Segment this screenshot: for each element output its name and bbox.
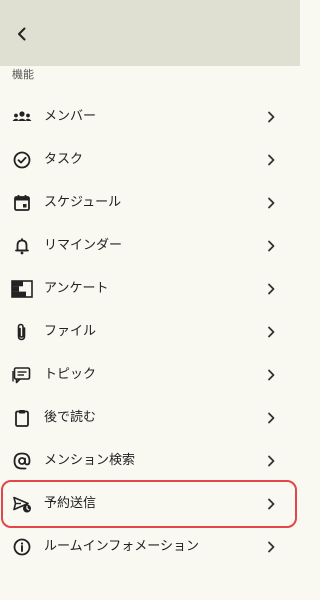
chevron-right-icon (264, 110, 278, 124)
chevron-right-icon (264, 411, 278, 425)
chevron-right-icon (264, 368, 278, 382)
header-bar (0, 0, 300, 66)
at-sign-icon (11, 450, 33, 472)
menu-item-label: ルームインフォメーション (44, 539, 199, 554)
calendar-icon (11, 192, 33, 214)
menu-item-schedule[interactable]: スケジュール (0, 183, 300, 223)
scheduled-send-icon (11, 493, 33, 515)
clipboard-icon (11, 407, 33, 429)
chevron-right-icon (264, 282, 278, 296)
menu-item-survey[interactable]: アンケート (0, 269, 300, 309)
menu-item-label: トピック (44, 367, 97, 382)
menu-item-label: アンケート (44, 281, 109, 296)
menu-item-label: リマインダー (44, 238, 123, 253)
chevron-right-icon (264, 540, 278, 554)
menu-item-label: メンション検索 (44, 453, 136, 468)
chevron-right-icon (264, 196, 278, 210)
section-title: 機能 (12, 68, 34, 81)
chevron-right-icon (264, 153, 278, 167)
back-button[interactable] (8, 20, 36, 48)
menu-item-label: ファイル (44, 324, 97, 339)
menu-item-label: スケジュール (44, 195, 122, 210)
menu-item-scheduled-send[interactable]: 予約送信 (0, 484, 300, 524)
menu-item-mention-search[interactable]: メンション検索 (0, 441, 300, 481)
chevron-right-icon (264, 497, 278, 511)
info-icon (11, 536, 33, 558)
menu-item-task[interactable]: タスク (0, 140, 300, 180)
topic-icon (11, 364, 33, 386)
menu-item-label: 予約送信 (44, 496, 97, 511)
bell-icon (11, 235, 33, 257)
menu-item-label: タスク (44, 152, 84, 167)
menu-item-topic[interactable]: トピック (0, 355, 300, 395)
menu-item-file[interactable]: ファイル (0, 312, 300, 352)
menu-item-label: 後で読む (44, 410, 97, 425)
task-check-icon (11, 149, 33, 171)
menu-item-label: メンバー (44, 109, 97, 124)
menu-item-members[interactable]: メンバー (0, 97, 300, 137)
chevron-right-icon (264, 325, 278, 339)
members-icon (11, 106, 33, 128)
menu-item-read-later[interactable]: 後で読む (0, 398, 300, 438)
chevron-right-icon (264, 454, 278, 468)
chevron-right-icon (264, 239, 278, 253)
menu-item-room-info[interactable]: ルームインフォメーション (0, 527, 300, 567)
survey-icon (11, 278, 33, 300)
menu-item-reminder[interactable]: リマインダー (0, 226, 300, 266)
paperclip-icon (11, 321, 33, 343)
chevron-left-icon (18, 27, 26, 41)
